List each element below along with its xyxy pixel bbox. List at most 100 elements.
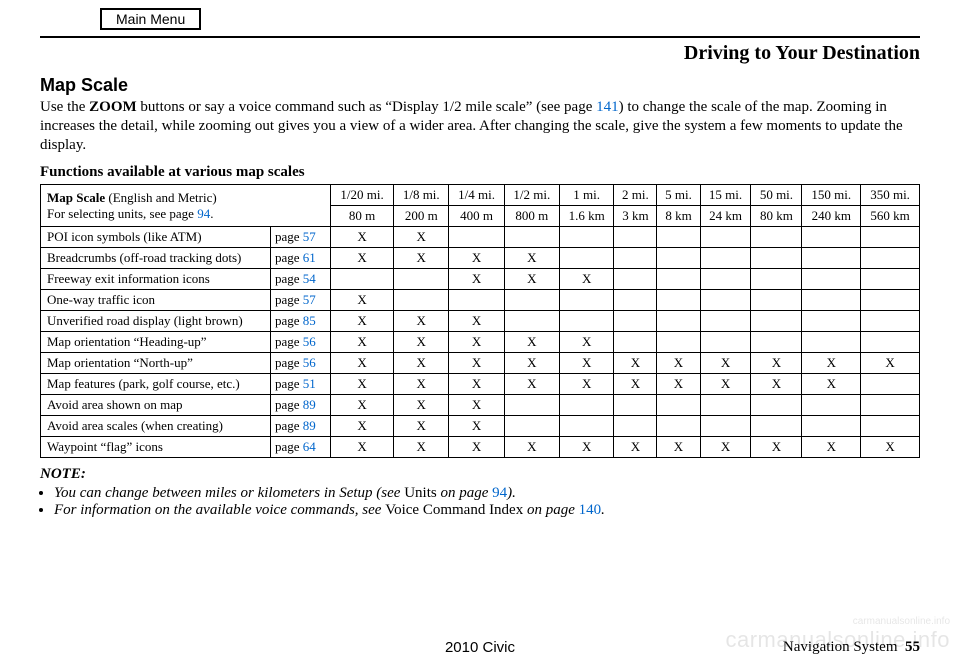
page-ref-cell: page 89 [271, 416, 331, 437]
page-ref-cell: page 56 [271, 353, 331, 374]
mark-cell [657, 290, 700, 311]
mark-cell [861, 227, 920, 248]
feature-cell: Freeway exit information icons [41, 269, 271, 290]
mark-cell: X [751, 353, 802, 374]
feature-cell: Breadcrumbs (off-road tracking dots) [41, 248, 271, 269]
page-container: Main Menu Driving to Your Destination Ma… [0, 0, 960, 539]
mark-cell [614, 416, 657, 437]
note-text: on page [437, 485, 492, 501]
mark-cell [614, 227, 657, 248]
mark-cell: X [751, 374, 802, 395]
mark-cell [559, 290, 613, 311]
note-item: You can change between miles or kilomete… [54, 485, 920, 502]
page-ref-cell: page 56 [271, 332, 331, 353]
page-prefix: page [275, 250, 303, 265]
mark-cell: X [394, 248, 449, 269]
mark-cell: X [861, 353, 920, 374]
page-link[interactable]: 61 [303, 250, 316, 265]
page-link[interactable]: 85 [303, 313, 316, 328]
page-link[interactable]: 57 [303, 292, 316, 307]
mark-cell [614, 290, 657, 311]
map-scale-table: Map Scale (English and Metric) For selec… [40, 184, 920, 458]
table-row: Breadcrumbs (off-road tracking dots) page… [41, 248, 920, 269]
page-prefix: page [275, 397, 303, 412]
note-text: . [601, 502, 605, 518]
hdr-bold: Map Scale [47, 190, 105, 205]
note-text: You can change between miles or kilomete… [54, 485, 404, 501]
mark-cell: X [657, 374, 700, 395]
page-link[interactable]: 54 [303, 271, 316, 286]
mark-cell [861, 374, 920, 395]
page-link[interactable]: 94 [492, 485, 507, 501]
mark-cell [700, 227, 751, 248]
table-header-label-cell: Map Scale (English and Metric) For selec… [41, 185, 331, 227]
page-prefix: page [275, 376, 303, 391]
page-link[interactable]: 89 [303, 397, 316, 412]
mark-cell [657, 248, 700, 269]
scale-km-cell: 200 m [394, 206, 449, 227]
intro-text-2: buttons or say a voice command such as “… [137, 99, 596, 115]
mark-cell [861, 395, 920, 416]
mark-cell: X [331, 395, 394, 416]
mark-cell [559, 227, 613, 248]
mark-cell: X [331, 332, 394, 353]
mark-cell [700, 311, 751, 332]
mark-cell: X [657, 353, 700, 374]
page-ref-cell: page 57 [271, 227, 331, 248]
page-ref-cell: page 89 [271, 395, 331, 416]
mark-cell: X [504, 269, 559, 290]
table-caption: Functions available at various map scale… [40, 164, 920, 181]
scale-mi-cell: 350 mi. [861, 185, 920, 206]
mark-cell: X [504, 353, 559, 374]
feature-cell: Unverified road display (light brown) [41, 311, 271, 332]
mark-cell: X [449, 311, 504, 332]
page-link-94-hdr[interactable]: 94 [197, 206, 210, 221]
mark-cell [657, 227, 700, 248]
table-row: Map orientation “North-up”page 56XXXXXXX… [41, 353, 920, 374]
mark-cell [700, 395, 751, 416]
mark-cell [861, 332, 920, 353]
scale-km-cell: 400 m [449, 206, 504, 227]
page-link[interactable]: 64 [303, 439, 316, 454]
mark-cell: X [331, 248, 394, 269]
mark-cell [614, 311, 657, 332]
scale-mi-cell: 150 mi. [802, 185, 861, 206]
notes-list: You can change between miles or kilomete… [54, 485, 920, 519]
mark-cell [504, 227, 559, 248]
note-item: For information on the available voice c… [54, 502, 920, 519]
page-link[interactable]: 56 [303, 334, 316, 349]
page-ref-cell: page 51 [271, 374, 331, 395]
mark-cell [700, 269, 751, 290]
page-link[interactable]: 56 [303, 355, 316, 370]
page-link[interactable]: 51 [303, 376, 316, 391]
mark-cell: X [559, 353, 613, 374]
watermark: carmanualsonline.info [725, 627, 950, 653]
mark-cell: X [861, 437, 920, 458]
page-prefix: page [275, 271, 303, 286]
page-link[interactable]: 57 [303, 229, 316, 244]
mark-cell: X [802, 353, 861, 374]
mark-cell: X [331, 416, 394, 437]
main-menu-button[interactable]: Main Menu [100, 8, 201, 30]
page-link[interactable]: 140 [579, 502, 602, 518]
scale-km-cell: 8 km [657, 206, 700, 227]
mark-cell: X [331, 227, 394, 248]
scale-mi-cell: 15 mi. [700, 185, 751, 206]
mark-cell: X [449, 332, 504, 353]
page-link-141[interactable]: 141 [596, 99, 619, 115]
mark-cell [394, 269, 449, 290]
page-prefix: page [275, 334, 303, 349]
hdr-rest1: (English and Metric) [105, 190, 217, 205]
table-row: Map features (park, golf course, etc.)pa… [41, 374, 920, 395]
mark-cell [751, 269, 802, 290]
mark-cell [700, 248, 751, 269]
scale-km-cell: 80 km [751, 206, 802, 227]
mark-cell: X [700, 353, 751, 374]
mark-cell: X [331, 374, 394, 395]
page-link[interactable]: 89 [303, 418, 316, 433]
mark-cell: X [614, 437, 657, 458]
feature-cell: Waypoint “flag” icons [41, 437, 271, 458]
mark-cell: X [394, 437, 449, 458]
mark-cell [802, 269, 861, 290]
mark-cell [657, 395, 700, 416]
